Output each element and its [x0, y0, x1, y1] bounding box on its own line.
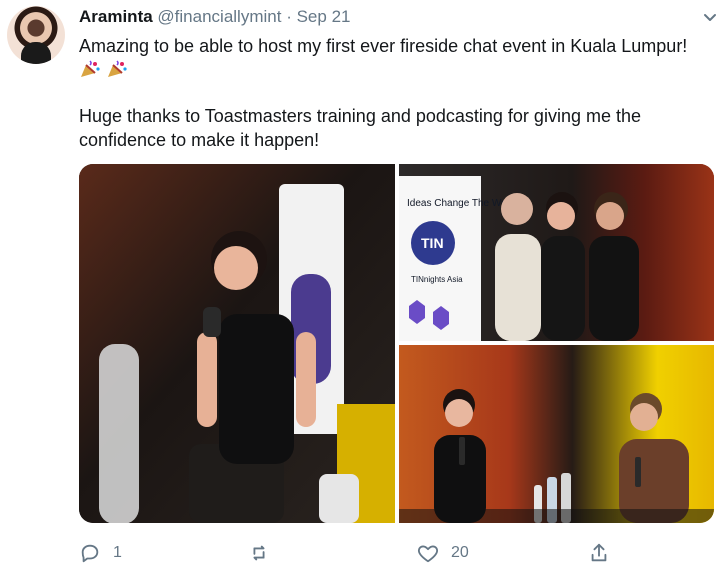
tweet-date[interactable]: Sep 21	[297, 7, 351, 26]
author-handle[interactable]: @financiallymint	[157, 7, 281, 26]
heart-icon	[417, 545, 439, 563]
photo-group[interactable]: Ideas Change The World TIN TINnights Asi…	[399, 164, 714, 341]
header-separator: ·	[286, 7, 292, 26]
like-count: 20	[451, 544, 469, 561]
like-button[interactable]: 20	[417, 540, 469, 566]
tweet-actions: 1 20	[79, 540, 639, 566]
reply-count: 1	[113, 544, 122, 561]
tweet-line-1: Amazing to be able to host my first ever…	[79, 36, 688, 56]
reply-button[interactable]: 1	[79, 540, 122, 566]
reply-icon	[81, 544, 99, 563]
photo-stage[interactable]	[399, 345, 714, 523]
avatar-shirt	[21, 42, 51, 64]
retweet-icon	[253, 545, 265, 561]
emoji-row	[79, 58, 719, 82]
tweet-header: Araminta @financiallymint · Sep 21	[79, 6, 716, 28]
chevron-down-icon[interactable]	[702, 9, 718, 25]
party-popper-icon	[108, 60, 127, 77]
author-name[interactable]: Araminta	[79, 7, 153, 26]
media-grid: Ideas Change The World TIN TINnights Asi…	[79, 164, 714, 523]
share-button[interactable]	[588, 540, 622, 566]
banner-logo: TIN	[421, 235, 444, 251]
avatar[interactable]	[7, 6, 65, 64]
photo-speaker[interactable]	[79, 164, 395, 523]
tweet-paragraph-2: Huge thanks to Toastmasters training and…	[79, 106, 641, 150]
retweet-button[interactable]	[248, 540, 282, 566]
banner-subtitle: TINnights Asia	[411, 275, 463, 284]
photo-speaker-art	[79, 164, 395, 523]
photo-group-art: Ideas Change The World TIN TINnights Asi…	[399, 164, 714, 341]
photo-stage-art	[399, 345, 714, 523]
party-popper-icon	[81, 60, 100, 77]
tweet-text: Amazing to be able to host my first ever…	[79, 34, 719, 152]
share-icon	[591, 543, 607, 562]
